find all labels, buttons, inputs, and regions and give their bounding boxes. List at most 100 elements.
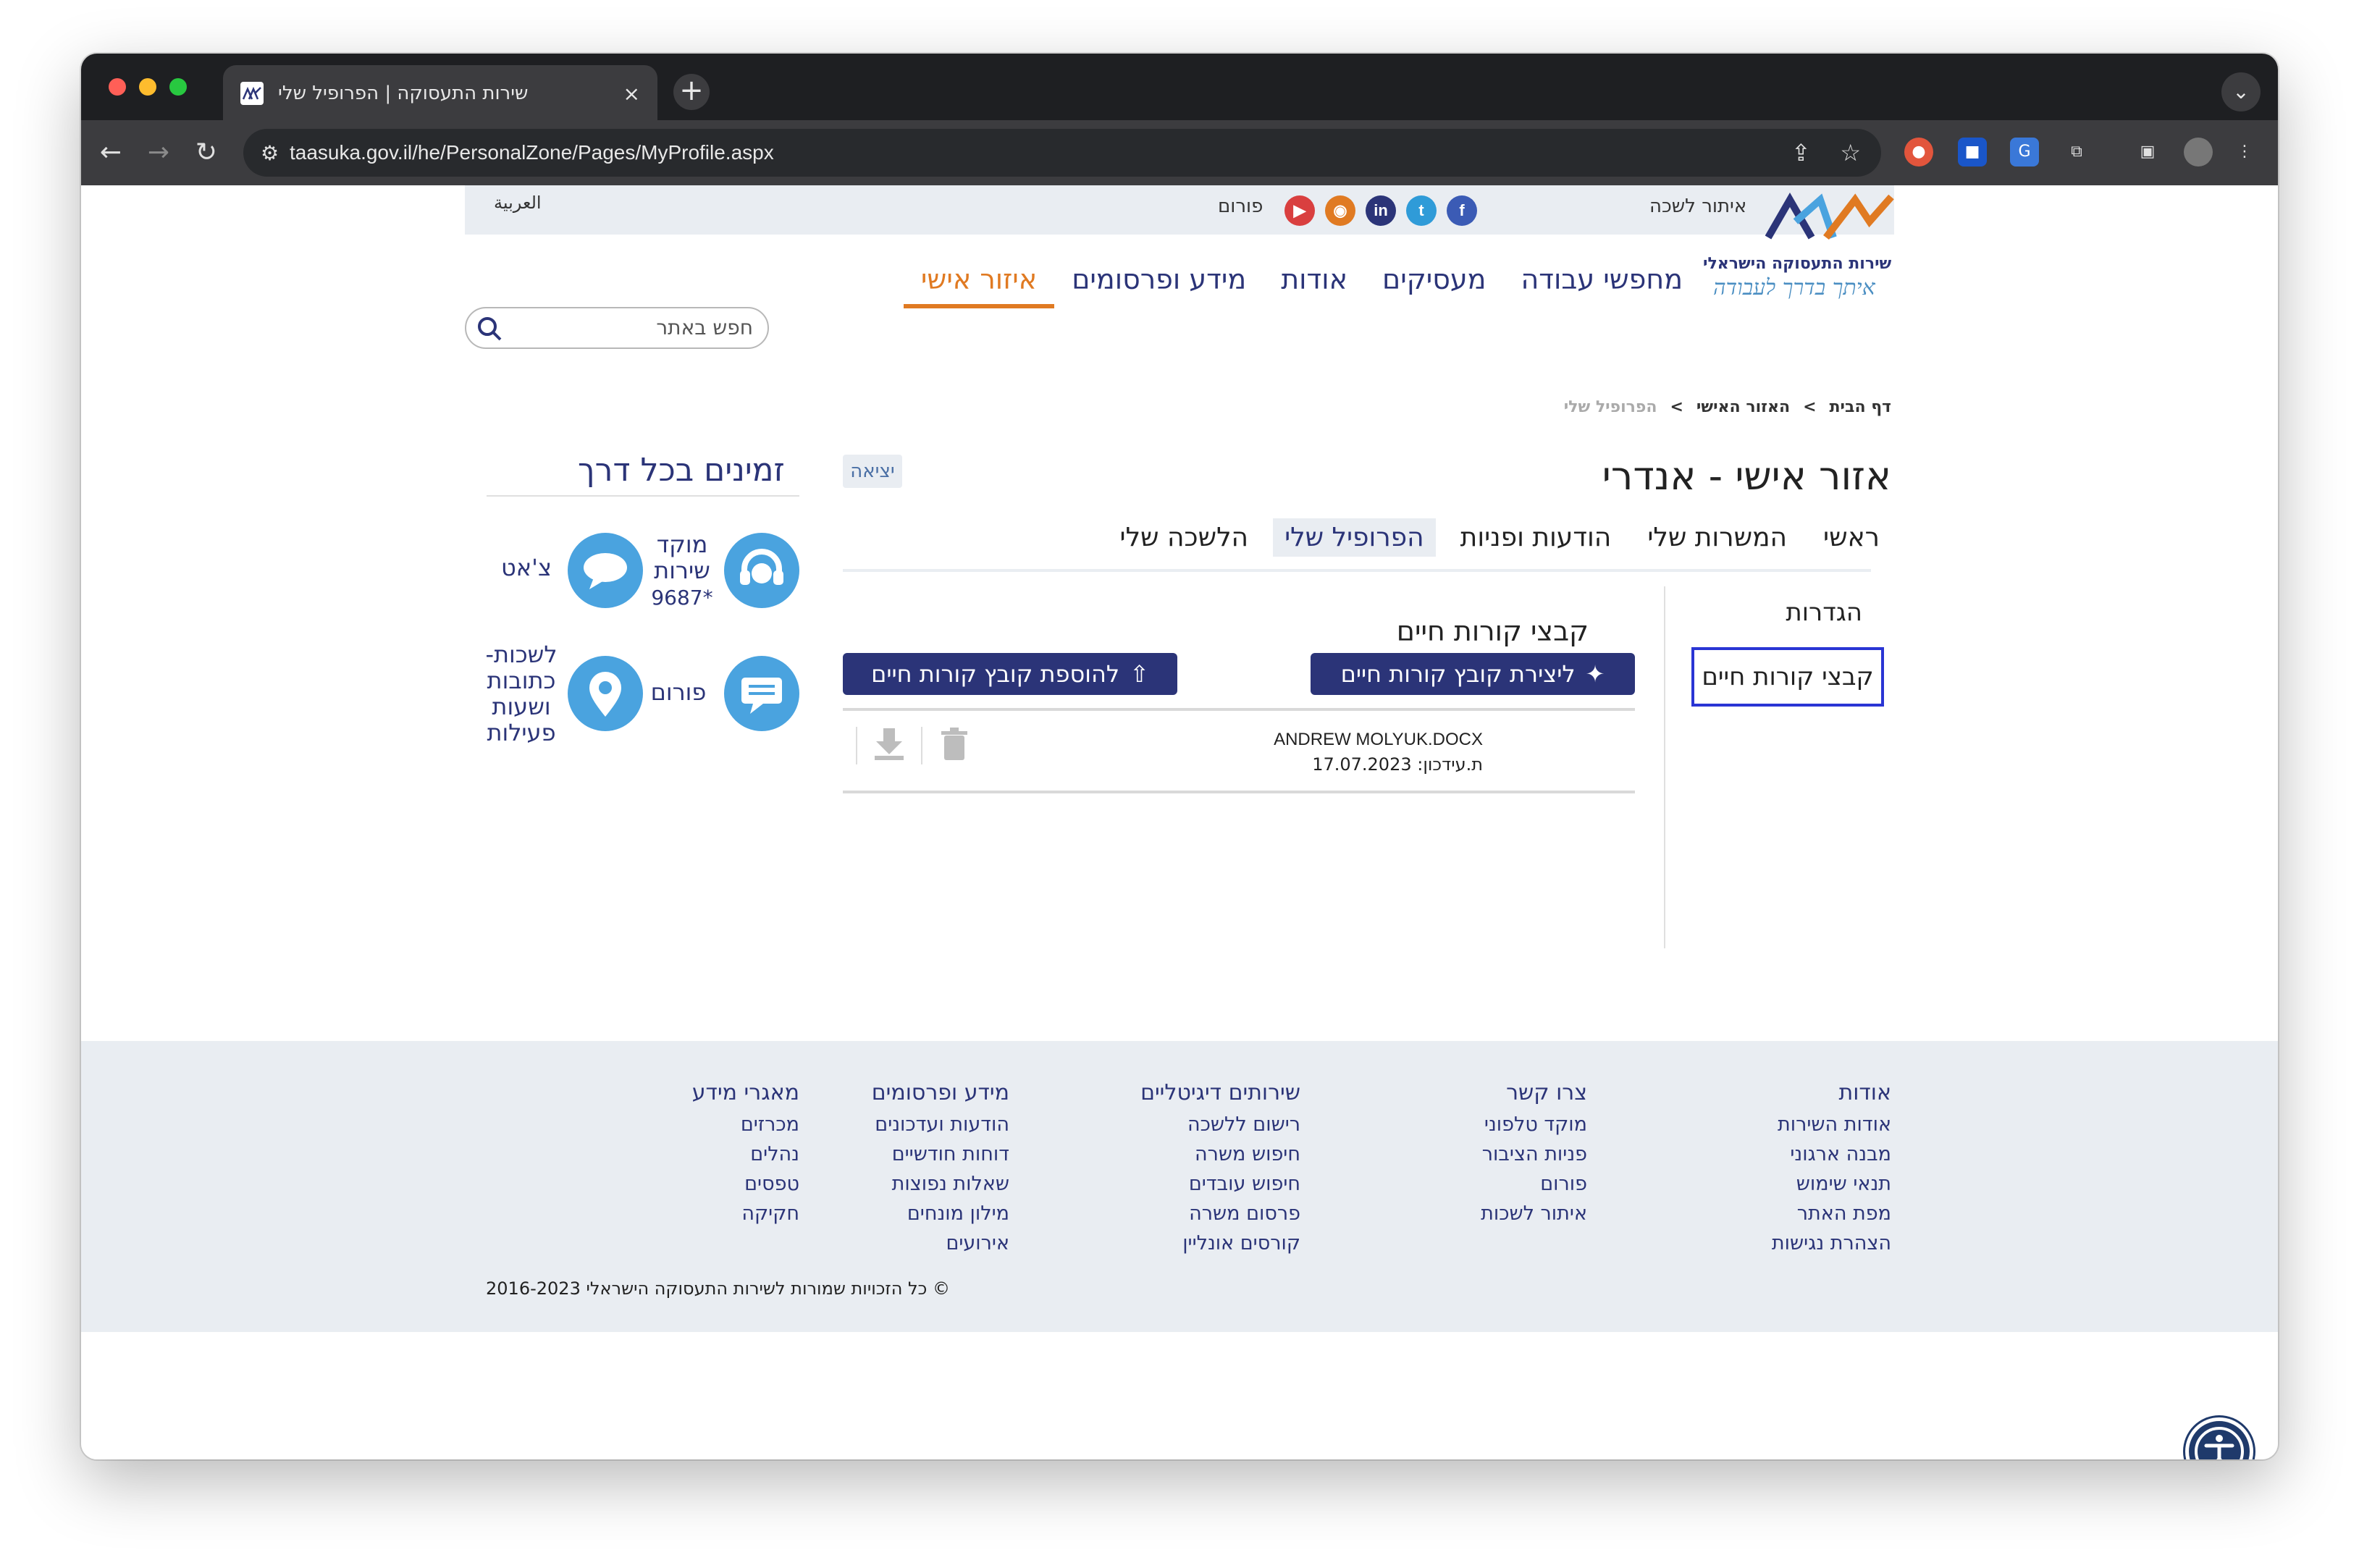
footer-col-contact: צרו קשר מוקד טלפוני פניות הציבור פורום א… (1481, 1080, 1587, 1228)
footer-link[interactable]: הצהרת נגישות (1772, 1228, 1891, 1258)
forward-icon[interactable]: → (140, 135, 177, 171)
logo-title: שירות התעסוקה הישראלי (1703, 255, 1892, 273)
tab-my-jobs[interactable]: המשרות שלי (1636, 518, 1799, 557)
add-cv-button[interactable]: ⇧ להוספת קובץ קורות חיים (843, 653, 1177, 695)
site-search (465, 307, 769, 349)
footer-link[interactable]: חיפוש משרה (1140, 1139, 1300, 1169)
headset-icon[interactable] (724, 533, 799, 608)
zoom-window-button[interactable] (169, 78, 187, 96)
extensions-puzzle-icon[interactable]: ⧉ (2062, 138, 2091, 167)
tab-search-button[interactable]: ⌄ (2221, 72, 2261, 111)
footer-link[interactable]: דוחות חודשיים (872, 1139, 1009, 1169)
minimize-window-button[interactable] (139, 78, 156, 96)
browser-menu-icon[interactable]: ⋮ (2230, 138, 2259, 167)
nav-info-publications[interactable]: מידע ופרסומים (1054, 258, 1263, 308)
breadcrumb-personal-zone[interactable]: האזור האישי (1696, 398, 1790, 416)
footer-link[interactable]: רישום ללשכה (1140, 1110, 1300, 1139)
location-pin-icon[interactable] (568, 656, 643, 731)
url-text: taasuka.gov.il/he/PersonalZone/Pages/MyP… (290, 141, 774, 164)
footer-link[interactable]: מפת האתר (1772, 1199, 1891, 1228)
extension-icon-1[interactable]: ● (1904, 138, 1933, 167)
share-icon[interactable]: ⇪ (1791, 139, 1811, 167)
bookmark-star-icon[interactable]: ☆ (1840, 139, 1861, 167)
profile-avatar[interactable] (2184, 138, 2213, 167)
footer-link[interactable]: שאלות נפוצות (872, 1169, 1009, 1199)
chat-bubble-icon[interactable] (568, 533, 643, 608)
forum-message-icon[interactable] (724, 656, 799, 731)
nav-job-seekers[interactable]: מחפשי עבודה (1503, 258, 1700, 308)
new-tab-button[interactable]: + (673, 74, 710, 110)
accessibility-icon[interactable] (2185, 1417, 2253, 1459)
footer-heading[interactable]: מידע ופרסומים (872, 1080, 1009, 1105)
footer-link[interactable]: חיפוש עובדים (1140, 1169, 1300, 1199)
footer-link[interactable]: פניות הציבור (1481, 1139, 1587, 1169)
settings-cv-files-item[interactable]: קבצי קורות חיים (1691, 647, 1884, 707)
footer-link[interactable]: חקיקה (692, 1199, 799, 1228)
footer-link[interactable]: הודעות ועדכונים (872, 1110, 1009, 1139)
download-icon[interactable] (872, 727, 907, 764)
footer-link[interactable]: טפסים (692, 1169, 799, 1199)
footer-link[interactable]: קורסים אונליין (1140, 1228, 1300, 1258)
chat-label[interactable]: צ'אט (494, 555, 559, 581)
create-cv-label: ליצירת קובץ קורות חיים (1340, 660, 1576, 688)
breadcrumb-home[interactable]: דף הבית (1830, 398, 1891, 416)
service-center-text: מוקד שירות (654, 531, 710, 584)
side-panel-icon[interactable]: ▣ (2133, 138, 2162, 167)
nav-personal-zone[interactable]: איזור אישי (903, 258, 1055, 308)
cv-file-name[interactable]: ANDREW MOLYUK.DOCX (1274, 730, 1483, 750)
browser-tab[interactable]: שירות התעסוקה | הפרופיל שלי × (223, 65, 657, 122)
footer-link[interactable]: אודות השירות (1772, 1110, 1891, 1139)
tab-my-branch[interactable]: הלשכה שלי (1109, 518, 1261, 557)
site-favicon-icon (240, 82, 264, 105)
cv-list-bottom-border (843, 791, 1635, 793)
search-input[interactable] (507, 316, 753, 340)
footer-link[interactable]: מילון מונחים (872, 1199, 1009, 1228)
site-logo[interactable]: שירות התעסוקה הישראלי איתך בדרך לעבודה (1703, 192, 1898, 301)
footer-heading[interactable]: מאגרי מידע (692, 1080, 799, 1105)
tab-my-profile[interactable]: הפרופיל שלי (1273, 518, 1436, 557)
rss-icon[interactable]: ◉ (1325, 195, 1355, 226)
available-title: זמינים בכל דרך (578, 452, 785, 489)
footer-heading[interactable]: צרו קשר (1481, 1080, 1587, 1105)
footer-link[interactable]: איתור לשכות (1481, 1199, 1587, 1228)
footer-link[interactable]: פרסום משרה (1140, 1199, 1300, 1228)
footer-heading[interactable]: שירותים דיגיטליים (1140, 1080, 1300, 1105)
forum-link[interactable]: פורום (1218, 195, 1263, 217)
forum-label[interactable]: פורום (639, 679, 718, 705)
footer-link[interactable]: פורום (1481, 1169, 1587, 1199)
facebook-icon[interactable]: f (1447, 195, 1477, 226)
twitter-icon[interactable]: t (1406, 195, 1437, 226)
site-settings-icon[interactable]: ⚙ (261, 141, 290, 165)
trash-icon[interactable] (937, 727, 972, 764)
footer-heading[interactable]: אודות (1772, 1080, 1892, 1105)
search-icon[interactable] (475, 314, 504, 343)
nav-employers[interactable]: מעסיקים (1365, 258, 1503, 308)
tab-messages[interactable]: הודעות ופניות (1449, 518, 1623, 557)
nav-about[interactable]: אודות (1263, 258, 1365, 308)
footer-link[interactable]: נהלים (692, 1139, 799, 1169)
branches-label[interactable]: לשכות- כתובות ושעות פעילות (478, 641, 565, 746)
upload-icon: ⇧ (1130, 660, 1149, 688)
browser-window: שירות התעסוקה | הפרופיל שלי × + ⌄ ← → ↻ … (81, 54, 2278, 1459)
logout-link[interactable]: יציאה (843, 455, 902, 488)
footer-link[interactable]: מבנה ארגוני (1772, 1139, 1891, 1169)
translate-extension-icon[interactable]: G (2010, 138, 2039, 167)
close-window-button[interactable] (109, 78, 126, 96)
back-icon[interactable]: ← (93, 135, 129, 171)
breadcrumb: דף הבית > האזור האישי > הפרופיל שלי (1564, 398, 1891, 416)
footer-link[interactable]: מכרזים (692, 1110, 799, 1139)
address-bar[interactable]: ⚙ taasuka.gov.il/he/PersonalZone/Pages/M… (243, 129, 1881, 177)
arabic-language-link[interactable]: العربية (494, 193, 542, 213)
footer-link[interactable]: אירועים (872, 1228, 1009, 1258)
reload-icon[interactable]: ↻ (188, 135, 224, 171)
tab-title: שירות התעסוקה | הפרופיל שלי (278, 83, 529, 104)
create-cv-button[interactable]: ✦ ליצירת קובץ קורות חיים (1311, 653, 1635, 695)
tab-close-icon[interactable]: × (623, 82, 640, 106)
footer-link[interactable]: מוקד טלפוני (1481, 1110, 1587, 1139)
tab-main[interactable]: ראשי (1812, 518, 1891, 557)
footer-link[interactable]: תנאי שימוש (1772, 1169, 1891, 1199)
extension-icon-2[interactable]: ■ (1958, 138, 1987, 167)
youtube-icon[interactable]: ▶ (1284, 195, 1315, 226)
service-center-label[interactable]: מוקד שירות *9687 (646, 531, 718, 611)
linkedin-icon[interactable]: in (1366, 195, 1396, 226)
